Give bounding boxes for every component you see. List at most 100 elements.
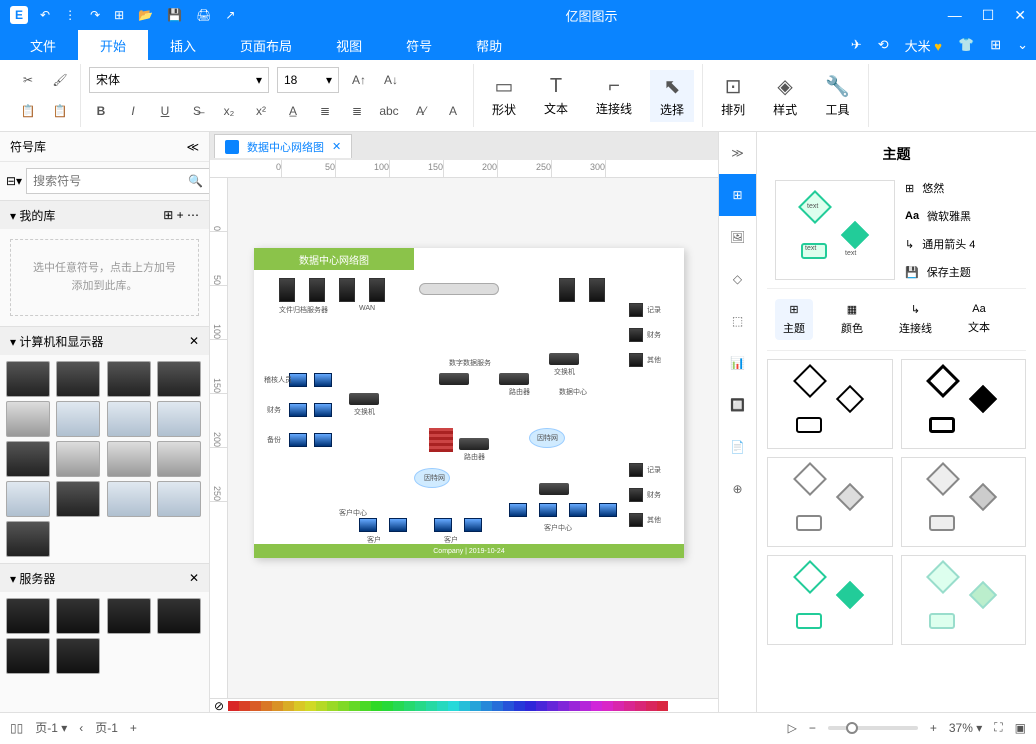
color-swatch[interactable] — [536, 701, 547, 711]
node-server[interactable] — [339, 278, 355, 302]
close-button[interactable]: ✕ — [1014, 7, 1026, 24]
node-switch[interactable] — [539, 483, 569, 495]
node-pc[interactable] — [289, 433, 307, 447]
page-panel-icon[interactable]: 📄 — [719, 426, 756, 468]
fullscreen-icon[interactable]: ▣ — [1015, 721, 1026, 735]
node-pc[interactable] — [359, 518, 377, 532]
node-pc[interactable] — [569, 503, 587, 517]
search-input[interactable]: 🔍 — [26, 168, 210, 194]
node-rack[interactable] — [629, 488, 643, 502]
menu-home[interactable]: 开始 — [78, 30, 148, 60]
node-backbone[interactable] — [419, 283, 499, 295]
symbol-laptop[interactable] — [157, 401, 201, 437]
send-icon[interactable]: ✈ — [851, 37, 862, 53]
my-library-header[interactable]: ▾ 我的库 ⊞ + ⋯ — [0, 201, 209, 229]
color-swatch[interactable] — [426, 701, 437, 711]
maximize-button[interactable]: ☐ — [982, 7, 995, 24]
zoom-out-button[interactable]: − — [809, 721, 816, 735]
node-router[interactable] — [499, 373, 529, 385]
color-swatch[interactable] — [646, 701, 657, 711]
theme-card[interactable] — [901, 359, 1027, 449]
color-swatch[interactable] — [250, 701, 261, 711]
add-symbol-icon[interactable]: + — [177, 208, 184, 222]
cut-button[interactable]: ✂ — [16, 68, 40, 92]
computers-header[interactable]: ▾ 计算机和显示器 ✕ — [0, 327, 209, 355]
arrange-tool[interactable]: ⊡排列 — [711, 70, 755, 122]
symbol-kiosk[interactable] — [6, 521, 50, 557]
node-pc[interactable] — [599, 503, 617, 517]
color-swatch[interactable] — [459, 701, 470, 711]
paste-button[interactable]: 📋 — [48, 99, 72, 123]
color-swatch[interactable] — [448, 701, 459, 711]
save-icon[interactable]: 💾 — [167, 8, 182, 22]
node-rack[interactable] — [629, 328, 643, 342]
color-swatch[interactable] — [624, 701, 635, 711]
color-swatch[interactable] — [514, 701, 525, 711]
italic-button[interactable]: I — [121, 99, 145, 123]
undo-icon[interactable]: ↶ — [40, 8, 50, 22]
node-pc[interactable] — [289, 403, 307, 417]
symbol-laptop[interactable] — [107, 401, 151, 437]
share-icon[interactable]: ⟲ — [878, 37, 889, 53]
color-swatch[interactable] — [349, 701, 360, 711]
color-swatch[interactable] — [613, 701, 624, 711]
text-case-button[interactable]: abc — [377, 99, 401, 123]
theme-card[interactable] — [901, 555, 1027, 645]
node-server[interactable] — [559, 278, 575, 302]
copy-button[interactable]: 📋 — [16, 99, 40, 123]
menu-page-layout[interactable]: 页面布局 — [218, 30, 314, 60]
color-swatch[interactable] — [569, 701, 580, 711]
color-swatch[interactable] — [305, 701, 316, 711]
more-icon[interactable]: ⋯ — [187, 208, 199, 222]
zoom-level[interactable]: 37% ▾ — [949, 721, 982, 735]
export-icon[interactable]: ↗ — [225, 8, 235, 22]
symbol-server[interactable] — [6, 638, 50, 674]
symbol-monitor[interactable] — [6, 361, 50, 397]
color-swatch[interactable] — [327, 701, 338, 711]
symbol-desktop[interactable] — [157, 361, 201, 397]
menu-file[interactable]: 文件 — [8, 30, 78, 60]
node-server[interactable] — [589, 278, 605, 302]
theme-arrow-row[interactable]: ↳通用箭头 4 — [905, 236, 1018, 252]
app-logo[interactable]: E — [10, 6, 28, 24]
color-swatch[interactable] — [470, 701, 481, 711]
symbol-laptop[interactable] — [56, 401, 100, 437]
node-firewall[interactable] — [429, 428, 453, 452]
symbol-tower[interactable] — [56, 441, 100, 477]
document-tab[interactable]: 数据中心网络图 ✕ — [214, 134, 352, 158]
node-pc[interactable] — [314, 373, 332, 387]
symbol-server[interactable] — [6, 598, 50, 634]
font-size-select[interactable]: 18▾ — [277, 67, 339, 93]
color-swatch[interactable] — [283, 701, 294, 711]
theme-tab-text[interactable]: Aa文本 — [960, 299, 998, 340]
color-swatch[interactable] — [360, 701, 371, 711]
library-picker-icon[interactable]: ⊟▾ — [6, 174, 22, 188]
new-icon[interactable]: ⊞ — [114, 8, 124, 22]
redo-icon[interactable]: ↷ — [90, 8, 100, 22]
theme-panel-icon[interactable]: ⊞ — [719, 174, 756, 216]
add-panel-icon[interactable]: ⊕ — [719, 468, 756, 510]
add-page-button[interactable]: + — [130, 721, 137, 735]
menu-help[interactable]: 帮助 — [454, 30, 524, 60]
color-swatch[interactable] — [272, 701, 283, 711]
superscript-button[interactable]: x² — [249, 99, 273, 123]
color-swatch[interactable] — [481, 701, 492, 711]
collapse-icon[interactable]: ⌄ — [1017, 37, 1028, 53]
fit-page-icon[interactable]: ⛶ — [994, 720, 1002, 735]
text-tool[interactable]: T文本 — [534, 71, 578, 121]
align-button[interactable]: ≣ — [345, 99, 369, 123]
theme-name-row[interactable]: ⊞悠然 — [905, 180, 1018, 196]
save-theme-button[interactable]: 💾保存主题 — [905, 264, 1018, 280]
symbol-display[interactable] — [157, 481, 201, 517]
format-panel-icon[interactable]: 🔲 — [719, 384, 756, 426]
node-switch[interactable] — [349, 393, 379, 405]
color-swatch[interactable] — [382, 701, 393, 711]
color-swatch[interactable] — [338, 701, 349, 711]
theme-card[interactable] — [767, 457, 893, 547]
color-swatch[interactable] — [503, 701, 514, 711]
theme-icon[interactable]: 👕 — [958, 37, 974, 53]
shape-tool[interactable]: ▭形状 — [482, 70, 526, 122]
symbol-monitor[interactable] — [56, 361, 100, 397]
chart-panel-icon[interactable]: 📊 — [719, 342, 756, 384]
node-pc[interactable] — [314, 403, 332, 417]
